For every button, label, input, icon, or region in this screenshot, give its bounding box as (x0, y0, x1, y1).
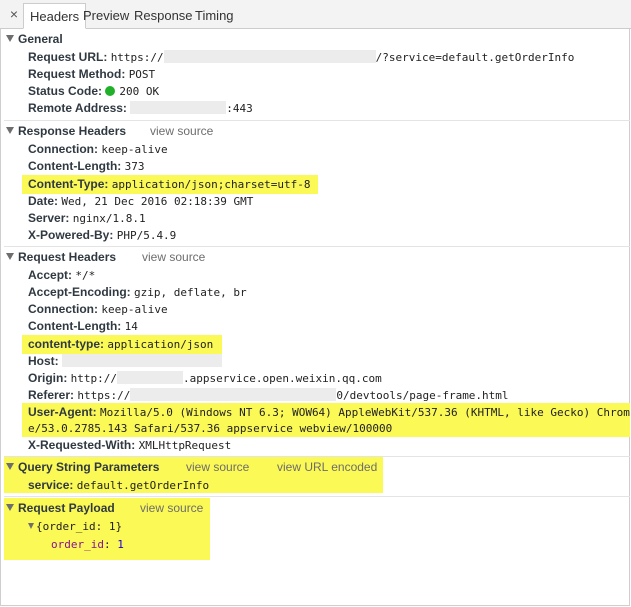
query-view-url-encoded-link[interactable]: view URL encoded (277, 459, 377, 476)
section-divider (4, 246, 630, 247)
query-view-source-link[interactable]: view source (186, 459, 249, 476)
section-query-params-header[interactable]: Query String Parameters (6, 459, 159, 476)
response-header-row: Connection: keep-alive (28, 142, 168, 156)
section-title: General (18, 32, 63, 46)
redacted-block (130, 101, 227, 115)
section-response-headers-header[interactable]: Response Headers (6, 123, 126, 140)
redacted-block (163, 50, 376, 64)
response-header-row: X-Powered-By: PHP/5.4.9 (28, 228, 177, 242)
query-param-row: service: default.getOrderInfo (28, 478, 210, 492)
request-header-row: Referer: https://0/devtools/page-frame.h… (28, 388, 509, 402)
general-request-method: Request Method: POST (28, 67, 156, 81)
collapse-arrow-icon (6, 127, 14, 135)
response-header-row: Content-Type: application/json;charset=u… (28, 177, 311, 191)
request-header-row: content-type: application/json (28, 337, 214, 351)
tab-bar: × Headers Preview Response Timing (0, 0, 631, 29)
request-header-row: Accept: */* (28, 268, 96, 282)
section-divider (4, 456, 630, 457)
response-header-row: Date: Wed, 21 Dec 2016 02:18:39 GMT (28, 194, 254, 208)
tab-response[interactable]: Response (128, 3, 199, 29)
redacted-block (117, 371, 184, 385)
general-remote-address: Remote Address: :443 (28, 101, 253, 115)
general-status-code: Status Code: 200 OK (28, 84, 160, 98)
request-header-row: Content-Length: 14 (28, 319, 138, 333)
expand-arrow-icon (28, 522, 34, 529)
request-header-row: User-Agent: Mozilla/5.0 (Windows NT 6.3;… (28, 405, 630, 419)
response-view-source-link[interactable]: view source (150, 123, 213, 140)
tab-preview[interactable]: Preview (77, 3, 135, 29)
redacted-block (130, 388, 337, 402)
redacted-block (62, 354, 223, 368)
request-header-row: Host: (28, 353, 223, 370)
collapse-arrow-icon (6, 253, 14, 261)
response-header-row: Server: nginx/1.8.1 (28, 211, 146, 225)
section-divider (4, 496, 630, 497)
payload-view-source-link[interactable]: view source (140, 500, 203, 517)
collapse-arrow-icon (6, 463, 14, 471)
payload-object-summary[interactable]: {order_id: 1} (28, 518, 122, 535)
collapse-arrow-icon (6, 504, 14, 512)
section-general-header[interactable]: General (6, 31, 63, 48)
request-header-row: X-Requested-With: XMLHttpRequest (28, 438, 232, 452)
request-header-row: Accept-Encoding: gzip, deflate, br (28, 285, 247, 299)
general-request-url: Request URL: https:///?service=default.g… (28, 50, 575, 64)
status-ok-icon (105, 85, 116, 96)
section-payload-header[interactable]: Request Payload (6, 500, 115, 517)
request-header-row-continued: e/53.0.2785.143 Safari/537.36 appservice… (28, 422, 393, 435)
section-divider (4, 120, 630, 121)
tab-timing[interactable]: Timing (189, 3, 240, 29)
request-header-row: Connection: keep-alive (28, 302, 168, 316)
section-request-headers-header[interactable]: Request Headers (6, 249, 116, 266)
collapse-arrow-icon (6, 35, 14, 43)
response-header-row: Content-Length: 373 (28, 159, 145, 173)
payload-property: order_id: 1 (51, 538, 124, 551)
request-view-source-link[interactable]: view source (142, 249, 205, 266)
close-icon[interactable]: × (7, 6, 21, 22)
request-header-row: Origin: http://.appservice.open.weixin.q… (28, 371, 382, 385)
